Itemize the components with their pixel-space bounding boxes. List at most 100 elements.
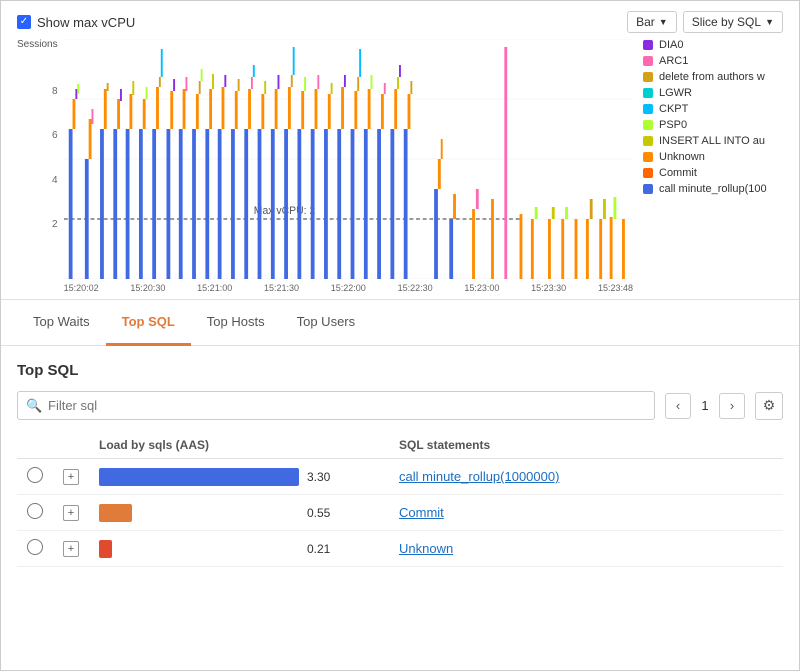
row1-sql-cell: call minute_rollup(1000000) bbox=[389, 459, 783, 495]
legend-color-psp0 bbox=[643, 120, 653, 130]
search-wrapper: 🔍 bbox=[17, 391, 655, 420]
legend-item-unknown: Unknown bbox=[643, 151, 783, 163]
page-number: 1 bbox=[697, 398, 713, 413]
col-load-header: Load by sqls (AAS) bbox=[89, 432, 389, 459]
legend-item-dia0: DIA0 bbox=[643, 39, 783, 51]
tab-top-hosts[interactable]: Top Hosts bbox=[191, 300, 281, 346]
chart-y-axis: Sessions 8 6 4 2 bbox=[17, 39, 64, 295]
legend-item-arc1: ARC1 bbox=[643, 55, 783, 67]
y-label-4: 4 bbox=[52, 175, 58, 186]
row1-bar-cell: 3.30 bbox=[99, 468, 379, 486]
legend-label-dia0: DIA0 bbox=[659, 39, 683, 51]
bar-caret-icon: ▼ bbox=[659, 17, 668, 27]
x-label-5: 15:22:30 bbox=[398, 283, 433, 293]
bar-label: Bar bbox=[636, 15, 655, 29]
legend-label-arc1: ARC1 bbox=[659, 55, 688, 67]
legend-item-call: call minute_rollup(100 bbox=[643, 183, 783, 195]
legend-color-dia0 bbox=[643, 40, 653, 50]
legend-label-delete: delete from authors w bbox=[659, 71, 765, 83]
row1-radio-cell bbox=[17, 459, 53, 495]
legend-item-psp0: PSP0 bbox=[643, 119, 783, 131]
row2-load-cell: 0.55 bbox=[89, 495, 389, 531]
y-axis-title: Sessions bbox=[17, 39, 58, 50]
y-label-0 bbox=[55, 264, 58, 275]
row3-expand-button[interactable]: + bbox=[63, 541, 79, 557]
slice-by-label: Slice by SQL bbox=[692, 15, 761, 29]
tab-top-hosts-label: Top Hosts bbox=[207, 314, 265, 329]
slice-by-dropdown[interactable]: Slice by SQL ▼ bbox=[683, 11, 783, 33]
tab-top-sql-label: Top SQL bbox=[122, 314, 175, 329]
row1-expand-button[interactable]: + bbox=[63, 469, 79, 485]
legend-item-commit: Commit bbox=[643, 167, 783, 179]
row3-bar-bg bbox=[99, 540, 299, 558]
row2-radio[interactable] bbox=[27, 503, 43, 519]
row2-expand-button[interactable]: + bbox=[63, 505, 79, 521]
bar-dropdown[interactable]: Bar ▼ bbox=[627, 11, 677, 33]
bar-chart-svg: Max vCPU: 2 bbox=[64, 39, 633, 279]
row3-sql-link[interactable]: Unknown bbox=[399, 541, 453, 556]
x-label-7: 15:23:30 bbox=[531, 283, 566, 293]
row1-bar-value: 3.30 bbox=[307, 470, 337, 484]
content-section: Top SQL 🔍 ‹ 1 › ⚙ Load by sqls (AAS) SQL… bbox=[1, 346, 799, 583]
pagination: ‹ 1 › bbox=[665, 393, 745, 419]
chart-section: Show max vCPU Bar ▼ Slice by SQL ▼ Sessi… bbox=[1, 1, 799, 300]
table-row: + 0.21 Unknown bbox=[17, 531, 783, 567]
row2-bar-fill bbox=[99, 504, 132, 522]
y-label-8: 8 bbox=[52, 86, 58, 97]
chart-container: Sessions 8 6 4 2 Max vCPU: 2 bbox=[17, 39, 783, 295]
row2-bar-value: 0.55 bbox=[307, 506, 337, 520]
x-label-2: 15:21:00 bbox=[197, 283, 232, 293]
row2-sql-link[interactable]: Commit bbox=[399, 505, 444, 520]
row3-expand-cell: + bbox=[53, 531, 89, 567]
chart-header-right: Bar ▼ Slice by SQL ▼ bbox=[627, 11, 783, 33]
y-label-2: 2 bbox=[52, 219, 58, 230]
search-icon: 🔍 bbox=[26, 398, 42, 414]
legend-label-commit: Commit bbox=[659, 167, 697, 179]
legend-item-insert: INSERT ALL INTO au bbox=[643, 135, 783, 147]
col-radio-header bbox=[17, 432, 53, 459]
row1-bar-bg bbox=[99, 468, 299, 486]
row2-radio-cell bbox=[17, 495, 53, 531]
tab-top-users[interactable]: Top Users bbox=[281, 300, 372, 346]
show-max-vcpu-checkbox-label[interactable]: Show max vCPU bbox=[17, 15, 135, 30]
legend-color-ckpt bbox=[643, 104, 653, 114]
legend-color-unknown bbox=[643, 152, 653, 162]
next-page-button[interactable]: › bbox=[719, 393, 745, 419]
row2-expand-cell: + bbox=[53, 495, 89, 531]
row3-bar-fill bbox=[99, 540, 112, 558]
table-row: + 3.30 call minute_rollup(1000000) bbox=[17, 459, 783, 495]
col-sql-header: SQL statements bbox=[389, 432, 783, 459]
y-label-6: 6 bbox=[52, 130, 58, 141]
tabs-row: Top Waits Top SQL Top Hosts Top Users bbox=[17, 300, 783, 345]
legend-item-delete: delete from authors w bbox=[643, 71, 783, 83]
filter-sql-input[interactable] bbox=[17, 391, 655, 420]
row1-radio[interactable] bbox=[27, 467, 43, 483]
x-label-1: 15:20:30 bbox=[130, 283, 165, 293]
row1-bar-fill bbox=[99, 468, 299, 486]
chart-svg-area: Max vCPU: 2 bbox=[64, 39, 633, 279]
prev-page-button[interactable]: ‹ bbox=[665, 393, 691, 419]
legend-item-lgwr: LGWR bbox=[643, 87, 783, 99]
legend-label-call: call minute_rollup(100 bbox=[659, 183, 767, 195]
row2-bar-cell: 0.55 bbox=[99, 504, 379, 522]
legend-label-insert: INSERT ALL INTO au bbox=[659, 135, 765, 147]
legend-color-insert bbox=[643, 136, 653, 146]
chart-header: Show max vCPU Bar ▼ Slice by SQL ▼ bbox=[17, 11, 783, 33]
section-title: Top SQL bbox=[17, 362, 783, 379]
table-header-row: Load by sqls (AAS) SQL statements bbox=[17, 432, 783, 459]
x-label-3: 15:21:30 bbox=[264, 283, 299, 293]
tab-top-waits[interactable]: Top Waits bbox=[17, 300, 106, 346]
table-row: + 0.55 Commit bbox=[17, 495, 783, 531]
row3-radio-cell bbox=[17, 531, 53, 567]
tab-top-sql[interactable]: Top SQL bbox=[106, 300, 191, 346]
legend-label-ckpt: CKPT bbox=[659, 103, 688, 115]
chart-legend: DIA0 ARC1 delete from authors w LGWR CKP… bbox=[633, 39, 783, 295]
row1-sql-link[interactable]: call minute_rollup(1000000) bbox=[399, 469, 559, 484]
legend-color-lgwr bbox=[643, 88, 653, 98]
x-axis-labels: 15:20:02 15:20:30 15:21:00 15:21:30 15:2… bbox=[64, 281, 633, 295]
show-max-vcpu-checkbox[interactable] bbox=[17, 15, 31, 29]
row3-load-cell: 0.21 bbox=[89, 531, 389, 567]
table-settings-button[interactable]: ⚙ bbox=[755, 392, 783, 420]
row3-bar-value: 0.21 bbox=[307, 542, 337, 556]
row3-radio[interactable] bbox=[27, 539, 43, 555]
